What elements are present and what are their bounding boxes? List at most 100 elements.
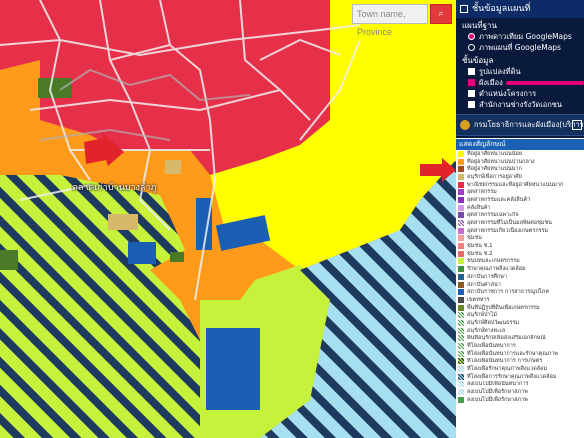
legend-item: ลงเบนโปมีเพื่อรักษาสภาพ bbox=[456, 396, 584, 404]
legend-label: พื้นที่อนุรักษ์เพื่อส่งเสริมเอกลักษณ์ bbox=[467, 335, 546, 342]
legend-label: คลังสินค้า bbox=[467, 204, 491, 211]
legend-item: พาณิชยกรรมและที่อยู่อาศัยหนาแน่นมาก bbox=[456, 181, 584, 189]
legend-swatch bbox=[458, 166, 464, 173]
legend-label: อนุรักษ์เพื่อการอยู่อาศัย bbox=[467, 173, 522, 180]
legend-label: ชนบทและเกษตรกรรม bbox=[467, 258, 520, 265]
legend-swatch bbox=[458, 235, 464, 242]
legend-item: พื้นที่อนุรักษ์เพื่อส่งเสริมเอกลักษณ์ bbox=[456, 335, 584, 343]
legend-swatch bbox=[458, 158, 464, 165]
panel-title: ชั้นข้อมูลแผนที่ bbox=[472, 4, 531, 14]
radio-icon[interactable] bbox=[468, 44, 475, 51]
checkbox-icon[interactable] bbox=[468, 79, 475, 86]
legend-item: ลงเบนโปมีเพื่อรักษาสภาพ bbox=[456, 388, 584, 396]
legend-label: รักษาคุณภาพสิ่งแวดล้อม bbox=[467, 266, 526, 273]
legend-label: ที่โล่งเพื่อนันทนาการ bbox=[467, 343, 516, 350]
legend-item: อนุรักษ์เพื่อการอยู่อาศัย bbox=[456, 173, 584, 181]
legend-item: พื้นที่ปฏิรูปที่ดินเพื่อเกษตรกรรม bbox=[456, 304, 584, 312]
layer-city-plan[interactable]: ผังเมือง bbox=[456, 77, 584, 88]
legend-item: ที่อยู่อาศัยหนาแน่นมาก bbox=[456, 165, 584, 173]
legend-label: สถาบันการศึกษา bbox=[467, 273, 507, 280]
legend-label: อุตสาหกรรมเฉพาะกิจ bbox=[467, 212, 519, 219]
legend-label: อนุรักษ์ป่าไม้ bbox=[467, 312, 497, 319]
basemap-title: แผนที่ฐาน bbox=[462, 21, 497, 30]
legend-swatch bbox=[458, 335, 464, 342]
legend-swatch bbox=[458, 266, 464, 273]
legend-swatch bbox=[458, 281, 464, 288]
checkbox-icon[interactable] bbox=[468, 101, 475, 108]
legend-label: พื้นที่ปฏิรูปที่ดินเพื่อเกษตรกรรม bbox=[467, 304, 540, 311]
legend-swatch bbox=[458, 319, 464, 326]
legend-label: ลงเบนโปมีเพื่อรักษาสภาพ bbox=[467, 396, 528, 403]
panel-header[interactable]: ชั้นข้อมูลแผนที่ bbox=[456, 0, 584, 18]
legend-item: ที่อยู่อาศัยหนาแน่นปานกลาง bbox=[456, 158, 584, 166]
legend-swatch bbox=[458, 227, 464, 234]
layers-icon bbox=[460, 4, 468, 13]
legend-swatch bbox=[458, 173, 464, 180]
legend-item: ที่โล่งเพื่อการรักษาคุณภาพสิ่งแวดล้อม bbox=[456, 373, 584, 381]
legend-label: ที่โล่งเพื่อนันทนาการ การเกษตร bbox=[467, 358, 543, 365]
zoning-map[interactable] bbox=[0, 0, 456, 438]
legend-item: ชุมชน bbox=[456, 235, 584, 243]
basemap-option-satellite[interactable]: ภาพดาวเทียม GoogleMaps bbox=[456, 31, 584, 42]
department-bar[interactable]: กรมโยธาธิการและผังเมือง(บริการข้อมูล) bbox=[456, 114, 584, 136]
legend-label: ที่อยู่อาศัยหนาแน่นปานกลาง bbox=[467, 158, 535, 165]
legend-title: แสดงสัญลักษณ์ bbox=[456, 139, 584, 150]
legend-item: อุตสาหกรรมและคลังสินค้า bbox=[456, 196, 584, 204]
legend-label: สถาบันราชการ การสาธารณูปโภค bbox=[467, 289, 549, 296]
opacity-slider[interactable] bbox=[505, 80, 584, 85]
search-button[interactable]: ⌕ bbox=[430, 4, 452, 24]
legend-label: ชุมชน ช.2 bbox=[467, 250, 493, 257]
legend-item: ที่โล่งเพื่อรักษาคุณภาพสิ่งแวดล้อม bbox=[456, 365, 584, 373]
legend-label: ที่โล่งเพื่อนันทนาการและรักษาคุณภาพ bbox=[467, 350, 558, 357]
legend-label: ที่โล่งเพื่อการรักษาคุณภาพสิ่งแวดล้อม bbox=[467, 373, 557, 380]
legend-swatch bbox=[458, 350, 464, 357]
legend-item: อนุรักษ์ป่าไม้ bbox=[456, 311, 584, 319]
legend-item: สถาบันราชการ การสาธารณูปโภค bbox=[456, 288, 584, 296]
layer-surveyors[interactable]: สำนักงานช่างรังวัดเอกชน bbox=[456, 99, 584, 110]
legend-label: พาณิชยกรรมและที่อยู่อาศัยหนาแน่นมาก bbox=[467, 181, 564, 188]
layer-projects[interactable]: ตำแหน่งโครงการ bbox=[456, 88, 584, 99]
legend-item: อุตสาหกรรมเกี่ยวเนื่องเกษตรกรรม bbox=[456, 227, 584, 235]
legend-item: อนุรักษ์ศิลปวัฒนธรรม bbox=[456, 319, 584, 327]
legend-label: สถาบันศาสนา bbox=[467, 281, 501, 288]
legend-label: อนุรักษ์ศิลปวัฒนธรรม bbox=[467, 319, 520, 326]
search-icon: ⌕ bbox=[438, 9, 444, 19]
legend-swatch bbox=[458, 196, 464, 203]
radio-icon[interactable] bbox=[468, 33, 475, 40]
checkbox-icon[interactable] bbox=[468, 68, 475, 75]
department-name: กรมโยธาธิการและผังเมือง(บริการข้อมูล) bbox=[474, 120, 584, 129]
legend-swatch bbox=[458, 343, 464, 350]
layers-panel: ชั้นข้อมูลแผนที่ แผนที่ฐาน ภาพดาวเทียม G… bbox=[456, 0, 584, 438]
legend-label: ลงเบนโปมีเพื่อรักษาสภาพ bbox=[467, 389, 528, 396]
legend-swatch bbox=[458, 250, 464, 257]
legend-item: อนุรักษ์ทางทะเล bbox=[456, 327, 584, 335]
legend-label: เขตทหาร bbox=[467, 296, 490, 303]
legend-item: สถาบันการศึกษา bbox=[456, 273, 584, 281]
minimize-icon[interactable] bbox=[572, 120, 582, 130]
legend-label: ชุมชน bbox=[467, 235, 482, 242]
basemap-option-map[interactable]: ภาพแผนที่ GoogleMaps bbox=[456, 42, 584, 53]
legend-item: อุตสาหกรรมที่ไม่เป็นมลพิษต่อชุมชน bbox=[456, 219, 584, 227]
legend-swatch bbox=[458, 327, 464, 334]
legend-label: ที่อยู่อาศัยหนาแน่นน้อย bbox=[467, 150, 523, 157]
layers-title: ชั้นข้อมูล bbox=[462, 56, 494, 65]
place-label: ตลาดเก่าบ้านบางลำภู bbox=[72, 183, 157, 193]
legend-label: ที่อยู่อาศัยหนาแน่นมาก bbox=[467, 166, 522, 173]
legend-item: เขตทหาร bbox=[456, 296, 584, 304]
legend: แสดงสัญลักษณ์ ที่อยู่อาศัยหนาแน่นน้อย ที่… bbox=[456, 138, 584, 438]
legend-label: อนุรักษ์ทางทะเล bbox=[467, 327, 506, 334]
legend-swatch bbox=[458, 212, 464, 219]
legend-item: ที่อยู่อาศัยหนาแน่นน้อย bbox=[456, 150, 584, 158]
legend-swatch bbox=[458, 189, 464, 196]
legend-item: อุตสาหกรรมเฉพาะกิจ bbox=[456, 212, 584, 220]
legend-swatch bbox=[458, 273, 464, 280]
layer-parcels[interactable]: รูปแปลงที่ดิน bbox=[456, 66, 584, 77]
search-input[interactable]: Town name, Province bbox=[352, 4, 428, 37]
legend-label: อุตสาหกรรม bbox=[467, 189, 497, 196]
legend-item: ที่โล่งเพื่อนันทนาการและรักษาคุณภาพ bbox=[456, 350, 584, 358]
legend-item: ลงเบนโปมีเพื่อนันทนาการ bbox=[456, 381, 584, 389]
legend-swatch bbox=[458, 289, 464, 296]
legend-swatch bbox=[458, 366, 464, 373]
legend-swatch bbox=[458, 358, 464, 365]
checkbox-icon[interactable] bbox=[468, 90, 475, 97]
